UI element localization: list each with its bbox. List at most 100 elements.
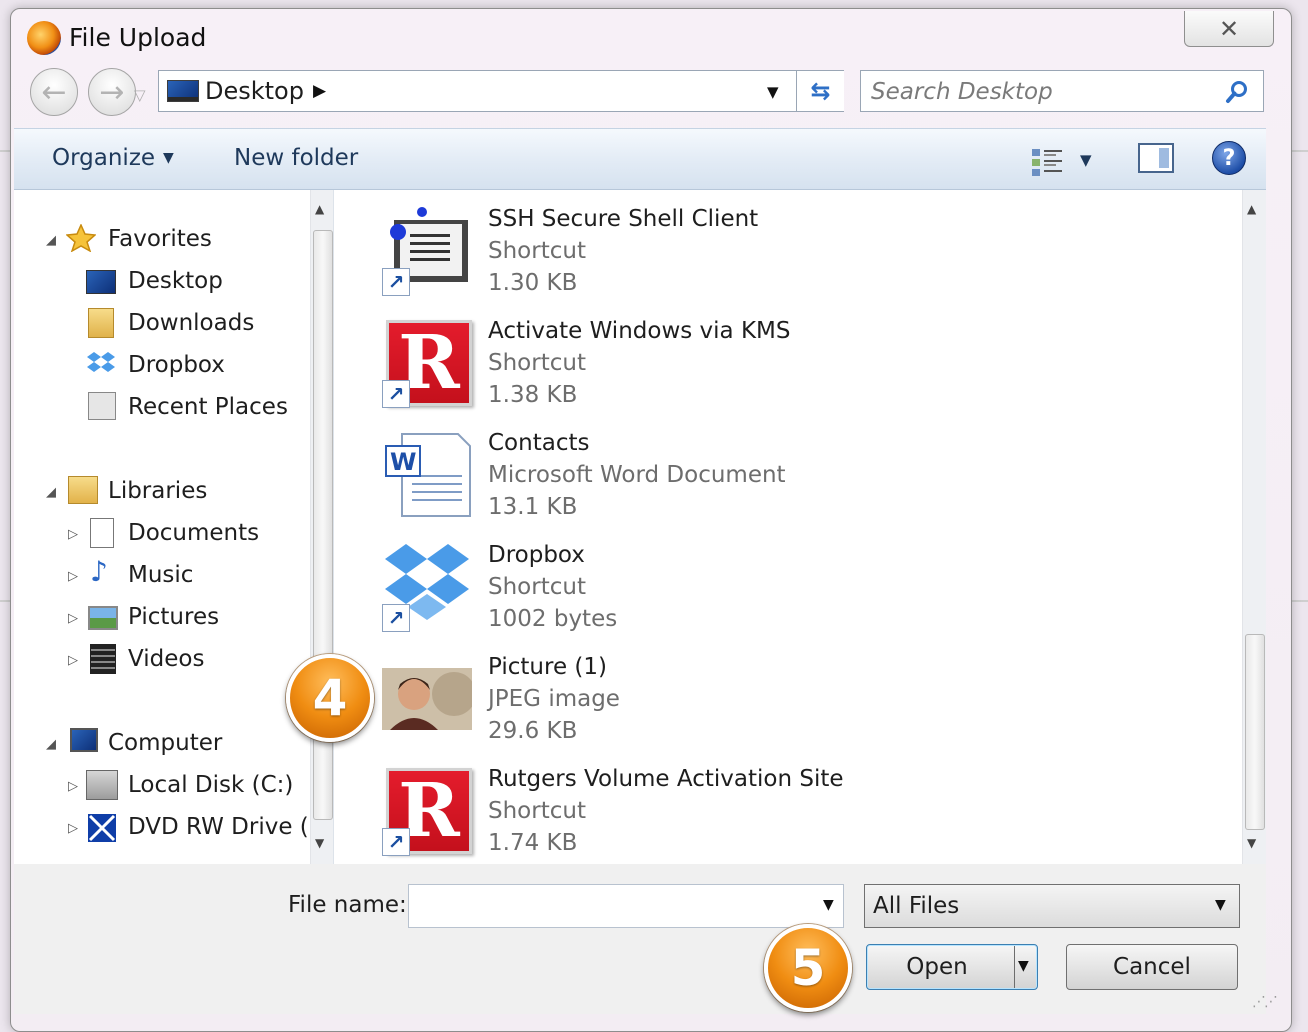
downloads-icon <box>88 308 114 338</box>
search-input[interactable] <box>869 76 1213 108</box>
organize-menu[interactable]: Organize ▼ <box>52 145 174 171</box>
file-type: JPEG image <box>488 686 620 712</box>
step-4-callout: 4 <box>286 654 374 742</box>
sidebar-header-favorites[interactable]: Favorites <box>108 226 212 252</box>
sidebar-item-pictures[interactable]: Pictures <box>128 604 219 630</box>
open-options-dropdown-icon[interactable]: ▼ <box>1018 958 1029 974</box>
shortcut-arrow-icon: ↗ <box>382 268 410 296</box>
navigation-scrollbar[interactable]: ▲ ▼ <box>310 190 333 864</box>
word-document-icon: W <box>385 433 471 517</box>
forward-button[interactable]: → <box>88 68 136 116</box>
cancel-button[interactable]: Cancel <box>1066 944 1238 990</box>
step-5-callout: 5 <box>764 924 852 1012</box>
music-icon: ♪ <box>90 555 108 588</box>
sidebar-item-dvd-drive[interactable]: DVD RW Drive (D <box>128 814 326 840</box>
file-name: Activate Windows via KMS <box>488 318 791 344</box>
file-name-input[interactable]: ▼ <box>408 884 844 928</box>
file-size: 1002 bytes <box>488 606 618 632</box>
recent-places-icon <box>88 392 116 420</box>
file-size: 1.38 KB <box>488 382 578 408</box>
file-type: Microsoft Word Document <box>488 462 786 488</box>
close-button[interactable]: ✕ <box>1184 11 1274 47</box>
sidebar-item-documents[interactable]: Documents <box>128 520 259 546</box>
sidebar-item-music[interactable]: Music <box>128 562 193 588</box>
star-icon <box>66 224 96 252</box>
file-list-scrollbar[interactable]: ▲ ▼ <box>1242 190 1266 864</box>
file-size: 1.30 KB <box>488 270 578 296</box>
list-item[interactable]: ↗ SSH Secure Shell Client Shortcut 1.30 … <box>334 192 1214 304</box>
resize-grip-icon[interactable]: ⋰⋰ <box>1252 994 1278 1010</box>
sidebar-item-dropbox[interactable]: Dropbox <box>128 352 225 378</box>
background-divider <box>1290 600 1308 602</box>
view-options-dropdown-icon[interactable]: ▼ <box>1080 151 1092 169</box>
file-size: 1.74 KB <box>488 830 578 856</box>
search-box[interactable] <box>860 70 1264 112</box>
navigation-pane: ◢ Favorites Desktop Downloads Dropbox Re… <box>14 190 334 864</box>
scroll-down-icon[interactable]: ▼ <box>1247 836 1256 850</box>
list-item[interactable]: ↗ Dropbox Shortcut 1002 bytes <box>334 528 1214 640</box>
expand-arrow-icon[interactable]: ▷ <box>68 611 78 626</box>
computer-icon <box>70 728 98 752</box>
file-type: Shortcut <box>488 574 586 600</box>
help-icon[interactable]: ? <box>1212 141 1246 175</box>
list-item[interactable]: W Contacts Microsoft Word Document 13.1 … <box>334 416 1214 528</box>
photo-thumbnail <box>382 668 472 730</box>
search-icon[interactable] <box>1225 80 1249 104</box>
open-button-label: Open <box>906 954 968 980</box>
file-name: SSH Secure Shell Client <box>488 206 759 232</box>
list-item[interactable]: R ↗ Activate Windows via KMS Shortcut 1.… <box>334 304 1214 416</box>
dropbox-icon <box>87 352 115 372</box>
refresh-button[interactable]: ⇆ <box>796 71 844 111</box>
shortcut-arrow-icon: ↗ <box>382 604 410 632</box>
expand-arrow-icon[interactable]: ▷ <box>68 821 78 836</box>
chevron-down-icon[interactable]: ▼ <box>767 83 779 101</box>
file-type-filter[interactable]: All Files ▼ <box>864 884 1240 928</box>
address-location[interactable]: Desktop <box>205 77 304 105</box>
sidebar-item-videos[interactable]: Videos <box>128 646 204 672</box>
collapse-arrow-icon[interactable]: ◢ <box>46 485 56 500</box>
file-size: 13.1 KB <box>488 494 578 520</box>
back-button[interactable]: ← <box>30 68 78 116</box>
expand-arrow-icon[interactable]: ▷ <box>68 653 78 668</box>
list-item[interactable]: R ↗ Rutgers Volume Activation Site Short… <box>334 752 1214 864</box>
change-view-icon[interactable] <box>1030 147 1064 177</box>
file-type: Shortcut <box>488 238 586 264</box>
open-button[interactable]: Open <box>866 944 1038 990</box>
chevron-right-icon[interactable]: ▶ <box>313 81 326 101</box>
pictures-icon <box>88 606 118 630</box>
file-type-filter-value: All Files <box>873 893 960 919</box>
file-type: Shortcut <box>488 350 586 376</box>
sidebar-item-downloads[interactable]: Downloads <box>128 310 254 336</box>
preview-pane-icon[interactable] <box>1138 143 1174 173</box>
desktop-icon <box>167 80 199 102</box>
expand-arrow-icon[interactable]: ▷ <box>68 569 78 584</box>
list-item[interactable]: Picture (1) JPEG image 29.6 KB <box>334 640 1214 752</box>
scroll-up-icon[interactable]: ▲ <box>315 202 324 216</box>
local-disk-icon <box>86 770 118 800</box>
expand-arrow-icon[interactable]: ▷ <box>68 779 78 794</box>
sidebar-item-recent-places[interactable]: Recent Places <box>128 394 288 420</box>
sidebar-header-libraries[interactable]: Libraries <box>108 478 207 504</box>
background-divider <box>1290 150 1308 152</box>
sidebar-item-desktop[interactable]: Desktop <box>128 268 223 294</box>
chevron-down-icon[interactable]: ▼ <box>1215 897 1226 913</box>
expand-arrow-icon[interactable]: ▷ <box>68 527 78 542</box>
recent-locations-dropdown-icon[interactable]: ▽ <box>134 86 146 104</box>
desktop-icon <box>86 270 116 294</box>
new-folder-button[interactable]: New folder <box>234 145 358 171</box>
dvd-drive-icon <box>88 814 116 842</box>
scroll-up-icon[interactable]: ▲ <box>1247 202 1256 216</box>
sidebar-item-local-disk[interactable]: Local Disk (C:) <box>128 772 293 798</box>
address-bar[interactable]: Desktop ▶ ▼ <box>158 70 844 112</box>
sidebar-header-computer[interactable]: Computer <box>108 730 222 756</box>
shortcut-arrow-icon: ↗ <box>382 380 410 408</box>
file-type: Shortcut <box>488 798 586 824</box>
scrollbar-thumb[interactable] <box>1245 634 1265 830</box>
videos-icon <box>90 644 116 674</box>
chevron-down-icon[interactable]: ▼ <box>823 897 834 913</box>
collapse-arrow-icon[interactable]: ◢ <box>46 233 56 248</box>
file-size: 29.6 KB <box>488 718 578 744</box>
file-name: Dropbox <box>488 542 585 568</box>
collapse-arrow-icon[interactable]: ◢ <box>46 737 56 752</box>
scroll-down-icon[interactable]: ▼ <box>315 836 324 850</box>
